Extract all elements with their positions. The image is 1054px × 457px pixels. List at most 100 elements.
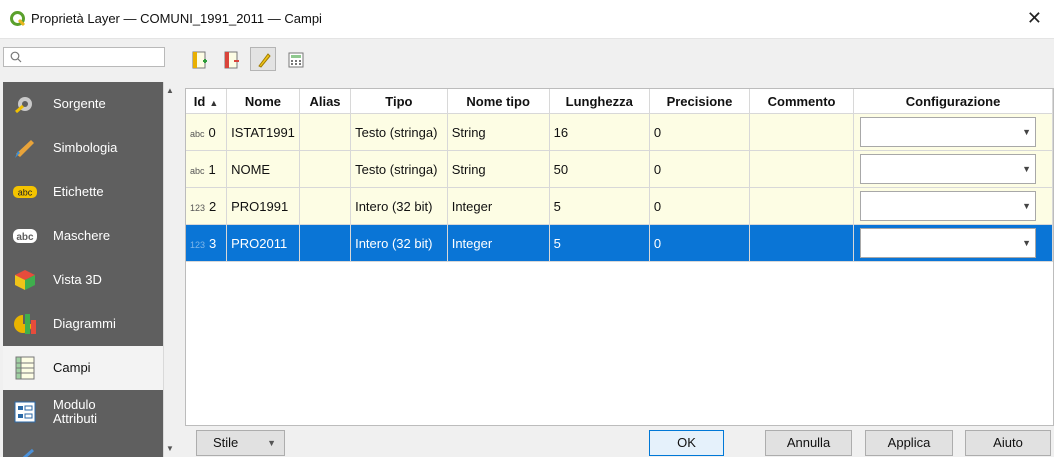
svg-text:abc: abc [18,188,33,198]
sidebar-item-modulo-attributi[interactable]: Modulo Attributi [3,390,163,434]
table-row[interactable]: 123 2 PRO1991 Intero (32 bit) Integer 5 0… [186,187,1053,225]
cell-alias[interactable] [299,224,352,262]
text-type-icon: abc [190,165,205,176]
cell-nome-tipo[interactable]: Integer [447,224,550,262]
cell-precisione[interactable]: 0 [649,187,751,225]
cell-lunghezza[interactable]: 5 [549,187,650,225]
labels-icon: abc [13,186,37,198]
cell-commento[interactable] [749,187,855,225]
sidebar-item-simbologia[interactable]: Simbologia [3,126,163,170]
configuration-combobox[interactable]: ▼ [860,154,1037,184]
sidebar-item-label: Maschere [53,228,111,243]
qgis-logo-icon [10,11,26,27]
search-icon [10,51,22,63]
style-dropdown-button[interactable]: Stile ▼ [196,430,285,456]
field-calculator-button[interactable] [282,47,308,71]
configuration-combobox[interactable]: ▼ [860,117,1037,147]
apply-button[interactable]: Applica [865,430,953,456]
attributes-form-icon [14,401,36,423]
help-button[interactable]: Aiuto [965,430,1051,456]
sidebar-item-etichette[interactable]: abc Etichette [3,170,163,214]
new-field-icon [192,51,207,69]
text-type-icon: abc [190,128,205,139]
column-header-precisione[interactable]: Precisione [649,89,751,114]
cell-alias[interactable] [299,113,352,151]
table-header: Id ▲ Nome Alias Tipo Nome tipo Lunghezza … [186,89,1053,114]
table-row[interactable]: abc 0 ISTAT1991 Testo (stringa) String 16… [186,113,1053,151]
sidebar-item-label: Simbologia [53,140,118,155]
cell-lunghezza[interactable]: 50 [549,150,650,188]
cell-id[interactable]: abc 0 [186,113,228,151]
cell-precisione[interactable]: 0 [649,150,751,188]
cell-precisione[interactable]: 0 [649,113,751,151]
chevron-down-icon: ▼ [1022,201,1032,211]
new-field-button[interactable] [186,47,212,71]
cell-tipo[interactable]: Testo (stringa) [350,150,448,188]
column-header-configurazione[interactable]: Configurazione [853,89,1053,114]
cell-alias[interactable] [299,187,352,225]
scroll-down-icon[interactable]: ▼ [166,444,174,453]
cell-commento[interactable] [749,224,855,262]
fields-icon [15,356,35,380]
configuration-combobox[interactable]: ▼ [860,191,1037,221]
scroll-up-icon[interactable]: ▲ [166,86,174,95]
cell-id[interactable]: 123 2 [186,187,228,225]
sidebar-item-maschere[interactable]: abc Maschere [3,214,163,258]
window-title: Proprietà Layer — COMUNI_1991_2011 — Cam… [31,11,322,26]
chevron-down-icon: ▼ [1022,164,1032,174]
sidebar-item-label: Campi [53,360,91,375]
masks-icon: abc [13,229,37,243]
cell-precisione[interactable]: 0 [649,224,751,262]
table-row[interactable]: abc 1 NOME Testo (stringa) String 50 0 ▼ [186,150,1053,188]
table-row-selected[interactable]: 123 3 PRO2011 Intero (32 bit) Integer 5 0… [186,224,1053,262]
cell-id[interactable]: 123 3 [186,224,228,262]
chevron-down-icon: ▼ [1022,127,1032,137]
sidebar-item-label: Vista 3D [53,272,102,287]
column-header-nome[interactable]: Nome [226,89,300,114]
source-icon [15,97,32,114]
cell-id[interactable]: abc 1 [186,150,228,188]
cell-nome[interactable]: NOME [226,150,300,188]
cell-tipo[interactable]: Intero (32 bit) [350,224,448,262]
cell-configurazione: ▼ [853,150,1053,188]
cell-nome[interactable]: ISTAT1991 [226,113,300,151]
search-input[interactable] [3,47,165,67]
cell-alias[interactable] [299,150,352,188]
sidebar-item-vista-3d[interactable]: Vista 3D [3,258,163,302]
cell-lunghezza[interactable]: 16 [549,113,650,151]
column-header-lunghezza[interactable]: Lunghezza [549,89,650,114]
cell-nome[interactable]: PRO1991 [226,187,300,225]
toggle-editing-button[interactable] [250,47,276,71]
column-header-tipo[interactable]: Tipo [350,89,448,114]
fields-table: Id ▲ Nome Alias Tipo Nome tipo Lunghezza … [185,88,1054,426]
ok-button[interactable]: OK [649,430,724,456]
title-bar: Proprietà Layer — COMUNI_1991_2011 — Cam… [0,0,1054,39]
cell-lunghezza[interactable]: 5 [549,224,650,262]
integer-type-icon: 123 [190,239,206,250]
column-header-commento[interactable]: Commento [749,89,855,114]
cell-nome[interactable]: PRO2011 [226,224,300,262]
cell-nome-tipo[interactable]: Integer [447,187,550,225]
cell-commento[interactable] [749,150,855,188]
cell-commento[interactable] [749,113,855,151]
sidebar-item-campi[interactable]: Campi [3,346,163,390]
cancel-button[interactable]: Annulla [765,430,852,456]
column-header-alias[interactable]: Alias [299,89,352,114]
cell-nome-tipo[interactable]: String [447,150,550,188]
cell-tipo[interactable]: Testo (stringa) [350,113,448,151]
delete-field-button[interactable] [218,47,244,71]
join-icon [22,448,34,457]
chevron-down-icon: ▼ [1022,238,1032,248]
cell-nome-tipo[interactable]: String [447,113,550,151]
chevron-down-icon: ▼ [267,438,276,448]
sidebar-item-sorgente[interactable]: Sorgente [3,82,163,126]
column-header-id[interactable]: Id ▲ [186,89,228,114]
sidebar-item-diagrammi[interactable]: Diagrammi [3,302,163,346]
cell-tipo[interactable]: Intero (32 bit) [350,187,448,225]
column-header-nome-tipo[interactable]: Nome tipo [447,89,550,114]
close-icon[interactable]: ✕ [1027,8,1042,29]
configuration-combobox[interactable]: ▼ [860,228,1037,258]
sidebar-scrollbar[interactable]: ▲ ▼ [163,82,176,457]
toggle-editing-icon [258,53,271,68]
sidebar-item-partial[interactable] [3,434,163,457]
